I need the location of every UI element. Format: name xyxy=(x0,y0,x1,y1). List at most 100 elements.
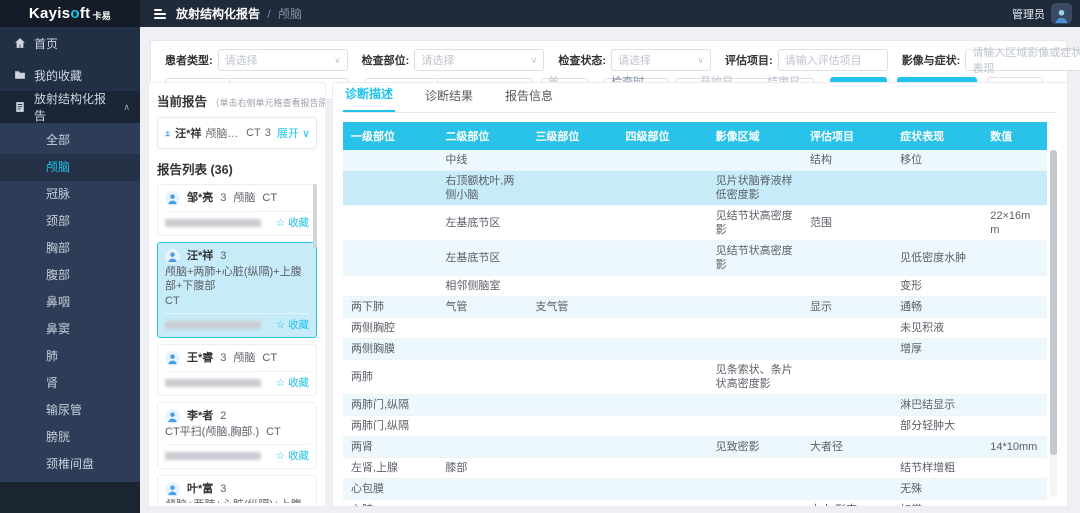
sidebar-subitem-鼻咽[interactable]: 鼻咽 xyxy=(0,289,140,316)
table-scrollbar[interactable] xyxy=(1050,150,1057,497)
table-cell[interactable]: 见结节状高密度影 xyxy=(708,206,802,241)
table-cell[interactable] xyxy=(802,339,892,360)
table-cell[interactable]: 显示 xyxy=(802,297,892,318)
table-cell[interactable] xyxy=(982,458,1047,479)
table-cell[interactable] xyxy=(982,318,1047,339)
table-cell[interactable] xyxy=(527,171,617,206)
list-item[interactable]: 邹*亮3颅脑CT☆ 收藏 xyxy=(157,184,317,236)
filter-input-3[interactable]: 请输入评估项目 xyxy=(778,49,888,71)
table-cell[interactable]: 左基底节区 xyxy=(437,241,527,276)
sidebar-item-favorites[interactable]: 我的收藏 xyxy=(0,59,140,91)
table-cell[interactable] xyxy=(527,318,617,339)
table-cell[interactable] xyxy=(618,150,708,171)
table-cell[interactable] xyxy=(892,360,982,395)
table-cell[interactable]: 通畅 xyxy=(892,297,982,318)
table-row[interactable]: 两侧胸腔 未见积液 xyxy=(343,318,1047,339)
sidebar-subitem-颅脑[interactable]: 颅脑 xyxy=(0,154,140,181)
table-cell[interactable]: 部分轻肿大 xyxy=(892,416,982,437)
table-cell[interactable] xyxy=(437,416,527,437)
current-report-card[interactable]: 汪*祥 颅脑+两肺+心... CT 3 展开 ∨ xyxy=(157,117,317,149)
table-cell[interactable] xyxy=(618,479,708,500)
table-cell[interactable]: 两侧胸膜 xyxy=(343,339,437,360)
table-cell[interactable] xyxy=(708,479,802,500)
table-cell[interactable] xyxy=(618,500,708,508)
table-cell[interactable] xyxy=(343,206,437,241)
table-cell[interactable]: 左肾,上腺 xyxy=(343,458,437,479)
table-row[interactable]: 左基底节区 见结节状高密度影范围 22×16mm xyxy=(343,206,1047,241)
table-cell[interactable]: 膝部 xyxy=(437,458,527,479)
table-cell[interactable] xyxy=(618,360,708,395)
sidebar-subitem-肺[interactable]: 肺 xyxy=(0,343,140,370)
table-cell[interactable]: 增厚 xyxy=(892,339,982,360)
table-cell[interactable] xyxy=(802,395,892,416)
table-row[interactable]: 两肺门,纵隔 部分轻肿大 xyxy=(343,416,1047,437)
table-cell[interactable] xyxy=(982,276,1047,297)
sidebar-subitem-颈部[interactable]: 颈部 xyxy=(0,208,140,235)
table-cell[interactable]: 气管 xyxy=(437,297,527,318)
menu-collapse-icon[interactable] xyxy=(154,9,166,19)
list-item[interactable]: 叶*富3颅脑+两肺+心脏(纵隔)+上腹部+下腹部CT☆ 收藏 xyxy=(157,475,317,503)
filter-input-4[interactable]: 请输入区域影像或症状表现 xyxy=(965,49,1080,71)
table-cell[interactable]: 移位 xyxy=(892,150,982,171)
table-cell[interactable]: 如常 xyxy=(892,500,982,508)
table-cell[interactable]: 两肾 xyxy=(343,437,437,458)
table-row[interactable]: 相邻侧脑室 变形 xyxy=(343,276,1047,297)
table-row[interactable]: 两肾 见致密影大者径 14*10mm xyxy=(343,437,1047,458)
list-item[interactable]: 李*者2CT平扫(颅脑,胸部.)CT☆ 收藏 xyxy=(157,402,317,469)
table-cell[interactable] xyxy=(437,360,527,395)
table-cell[interactable] xyxy=(802,458,892,479)
table-cell[interactable]: 左基底节区 xyxy=(437,206,527,241)
table-cell[interactable] xyxy=(618,339,708,360)
table-cell[interactable]: 两肺门,纵隔 xyxy=(343,395,437,416)
table-cell[interactable] xyxy=(802,276,892,297)
filter-select-0[interactable]: 请选择∨ xyxy=(218,49,348,71)
sidebar-item-home[interactable]: 首页 xyxy=(0,27,140,59)
user-avatar-icon[interactable] xyxy=(1051,3,1072,24)
table-cell[interactable] xyxy=(982,479,1047,500)
tab-报告信息[interactable]: 报告信息 xyxy=(503,87,555,112)
table-cell[interactable]: 见条索状、条片状高密度影 xyxy=(708,360,802,395)
table-cell[interactable] xyxy=(437,479,527,500)
table-cell[interactable] xyxy=(527,395,617,416)
table-cell[interactable] xyxy=(527,150,617,171)
table-cell[interactable] xyxy=(802,241,892,276)
table-cell[interactable] xyxy=(618,276,708,297)
table-cell[interactable] xyxy=(618,318,708,339)
table-cell[interactable] xyxy=(982,339,1047,360)
table-cell[interactable] xyxy=(708,339,802,360)
table-row[interactable]: 两肺 见条索状、条片状高密度影 xyxy=(343,360,1047,395)
table-cell[interactable]: 未见积液 xyxy=(892,318,982,339)
table-cell[interactable]: 两肺门,纵隔 xyxy=(343,416,437,437)
table-cell[interactable] xyxy=(708,276,802,297)
table-cell[interactable] xyxy=(618,241,708,276)
table-cell[interactable] xyxy=(982,360,1047,395)
sidebar-item-structured-reports[interactable]: 放射结构化报告 ∧ xyxy=(0,91,140,123)
table-cell[interactable] xyxy=(982,395,1047,416)
table-cell[interactable]: 22×16mm xyxy=(982,206,1047,241)
table-cell[interactable] xyxy=(802,360,892,395)
tab-诊断描述[interactable]: 诊断描述 xyxy=(343,85,395,112)
table-cell[interactable] xyxy=(708,318,802,339)
table-cell[interactable]: 右顶额枕叶,两侧小脑 xyxy=(437,171,527,206)
table-cell[interactable]: 大者径 xyxy=(802,437,892,458)
table-cell[interactable]: 见低密度水肿 xyxy=(892,241,982,276)
table-cell[interactable] xyxy=(343,171,437,206)
table-cell[interactable] xyxy=(527,339,617,360)
list-item[interactable]: 王*睿3颅脑CT☆ 收藏 xyxy=(157,344,317,396)
table-cell[interactable] xyxy=(708,416,802,437)
table-cell[interactable] xyxy=(618,297,708,318)
table-cell[interactable] xyxy=(708,458,802,479)
table-cell[interactable]: 心脏 xyxy=(343,500,437,508)
table-cell[interactable] xyxy=(618,458,708,479)
table-row[interactable]: 右顶额枕叶,两侧小脑 见片状脑脊液样低密度影 xyxy=(343,171,1047,206)
sidebar-subitem-肾[interactable]: 肾 xyxy=(0,370,140,397)
breadcrumb-root[interactable]: 放射结构化报告 xyxy=(176,7,260,21)
table-cell[interactable] xyxy=(527,437,617,458)
table-cell[interactable] xyxy=(802,479,892,500)
table-cell[interactable]: 结节样增粗 xyxy=(892,458,982,479)
sidebar-subitem-冠脉[interactable]: 冠脉 xyxy=(0,181,140,208)
table-cell[interactable]: 范围 xyxy=(802,206,892,241)
table-cell[interactable]: 14*10mm xyxy=(982,437,1047,458)
table-cell[interactable]: 两下肺 xyxy=(343,297,437,318)
table-cell[interactable] xyxy=(982,241,1047,276)
